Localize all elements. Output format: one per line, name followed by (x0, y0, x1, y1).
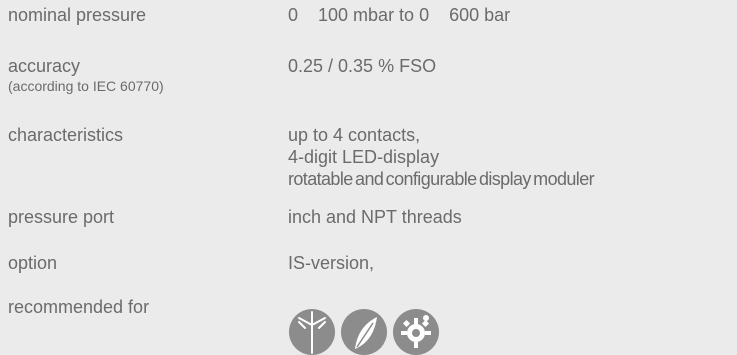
spec-label-option: option (8, 253, 58, 273)
spec-label-accuracy: accuracy (according to IEC 60770) (8, 55, 164, 95)
characteristic-line: 4-digit LED-display (288, 147, 440, 167)
spec-label-characteristics: characteristics (8, 125, 124, 145)
spec-value-option: IS-version, (288, 253, 375, 273)
accuracy-sublabel: (according to IEC 60770) (8, 78, 164, 94)
characteristic-line: rotatable and configurable display modul… (288, 169, 595, 189)
spec-label-pressure-port: pressure port (8, 207, 115, 227)
spec-value-nominal-pressure: 0 100 mbar to 0 600 bar (288, 4, 510, 26)
spec-value-accuracy: 0.25 / 0.35 % FSO (288, 56, 437, 76)
recommended-icons (289, 309, 439, 355)
characteristic-line: up to 4 contacts, (288, 125, 421, 145)
pressure-range-high: 600 bar (449, 5, 511, 25)
pressure-range-start: 0 (288, 5, 299, 25)
leaf-icon (341, 309, 387, 355)
spec-value-pressure-port: inch and NPT threads (288, 207, 462, 227)
wind-turbine-icon (289, 309, 335, 355)
spec-label-recommended-for: recommended for (8, 297, 150, 317)
accuracy-label: accuracy (8, 56, 81, 76)
pressure-range-low: 100 mbar to 0 (318, 5, 430, 25)
gear-icon (393, 309, 439, 355)
spec-label-nominal-pressure: nominal pressure (8, 5, 147, 25)
spec-value-characteristics: up to 4 contacts, 4-digit LED-display ro… (288, 124, 595, 190)
